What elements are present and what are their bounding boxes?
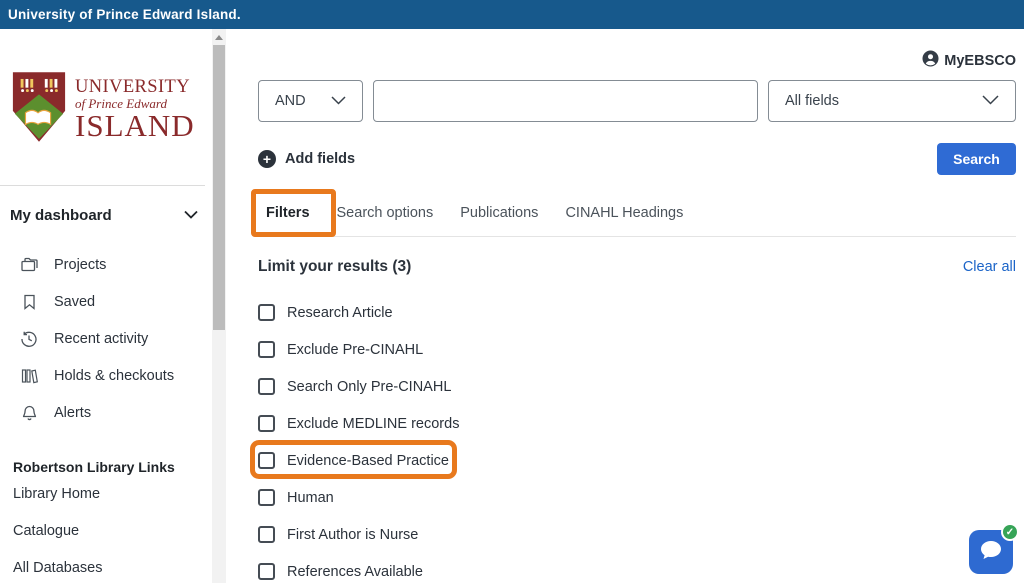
scrollbar-thumb[interactable] bbox=[213, 45, 225, 330]
checkbox-unchecked[interactable] bbox=[258, 526, 275, 543]
chevron-down-icon bbox=[184, 206, 198, 224]
holds-checkouts-books-icon bbox=[20, 367, 38, 385]
checkbox-unchecked[interactable] bbox=[258, 415, 275, 432]
limiters-checkbox-list: Research Article Exclude Pre-CINAHL Sear… bbox=[258, 294, 1016, 583]
tab-search-options[interactable]: Search options bbox=[337, 205, 434, 221]
checkbox-label: Evidence-Based Practice bbox=[287, 453, 449, 469]
tab-cinahl-headings[interactable]: CINAHL Headings bbox=[565, 205, 683, 221]
clear-all-link[interactable]: Clear all bbox=[963, 259, 1016, 275]
result-tools-tabs: Filters Search options Publications CINA… bbox=[258, 190, 1016, 237]
sidebar-item-label: Holds & checkouts bbox=[54, 368, 174, 384]
sidebar-item-label: Recent activity bbox=[54, 331, 148, 347]
myebsco-account-button[interactable]: MyEBSCO bbox=[258, 52, 1016, 69]
limiter-human[interactable]: Human bbox=[258, 479, 1016, 516]
logo-line-island: ISLAND bbox=[75, 111, 195, 141]
limiter-references-available[interactable]: References Available bbox=[258, 553, 1016, 583]
sidebar-scrollbar[interactable] bbox=[212, 29, 226, 583]
alerts-bell-icon bbox=[20, 404, 38, 422]
limiter-exclude-pre-cinahl[interactable]: Exclude Pre-CINAHL bbox=[258, 331, 1016, 368]
sidebar-link-all-databases[interactable]: All Databases bbox=[13, 549, 212, 583]
limit-results-heading: Limit your results (3) bbox=[258, 258, 411, 276]
sidebar-divider bbox=[0, 185, 205, 186]
chat-bubble-icon bbox=[979, 539, 1003, 566]
tab-publications[interactable]: Publications bbox=[460, 205, 538, 221]
dashboard-menu: Projects Saved Recent activity Holds & c… bbox=[0, 246, 212, 431]
limiter-exclude-medline-records[interactable]: Exclude MEDLINE records bbox=[258, 405, 1016, 442]
checkbox-unchecked[interactable] bbox=[258, 452, 275, 469]
limiter-search-only-pre-cinahl[interactable]: Search Only Pre-CINAHL bbox=[258, 368, 1016, 405]
recent-activity-history-icon bbox=[20, 330, 38, 348]
checkbox-unchecked[interactable] bbox=[258, 341, 275, 358]
sidebar: UNIVERSITY of Prince Edward ISLAND My da… bbox=[0, 29, 212, 583]
boolean-operator-select[interactable]: AND bbox=[258, 80, 363, 122]
my-dashboard-label: My dashboard bbox=[10, 207, 112, 224]
scrollbar-up-arrow[interactable] bbox=[212, 31, 226, 43]
my-dashboard-toggle[interactable]: My dashboard bbox=[0, 206, 212, 224]
sidebar-item-projects[interactable]: Projects bbox=[0, 246, 212, 283]
limit-results-header-row: Limit your results (3) Clear all bbox=[258, 257, 1016, 277]
projects-folder-icon bbox=[20, 256, 38, 274]
search-actions-row: + Add fields Search bbox=[258, 143, 1016, 175]
sidebar-item-label: Saved bbox=[54, 294, 95, 310]
search-button[interactable]: Search bbox=[937, 143, 1016, 175]
library-links-header: Robertson Library Links bbox=[13, 459, 212, 475]
sidebar-link-library-home[interactable]: Library Home bbox=[13, 475, 212, 512]
checkbox-label: References Available bbox=[287, 564, 423, 580]
check-badge-icon: ✓ bbox=[1001, 523, 1019, 541]
checkbox-label: Search Only Pre-CINAHL bbox=[287, 379, 451, 395]
ebsco-search-page: University of Prince Edward Island. UNIV… bbox=[0, 0, 1024, 583]
tab-filters[interactable]: Filters bbox=[266, 205, 310, 221]
sidebar-item-saved[interactable]: Saved bbox=[0, 283, 212, 320]
plus-circle-icon: + bbox=[258, 150, 276, 168]
checkbox-unchecked[interactable] bbox=[258, 304, 275, 321]
sidebar-link-catalogue[interactable]: Catalogue bbox=[13, 512, 212, 549]
main-content: MyEBSCO AND All fields + Add fields bbox=[226, 29, 1024, 583]
search-builder-row: AND All fields bbox=[258, 80, 1016, 122]
field-scope-select[interactable]: All fields bbox=[768, 80, 1016, 122]
saved-bookmark-icon bbox=[20, 293, 38, 311]
chat-widget-button[interactable]: ✓ bbox=[969, 530, 1013, 574]
add-fields-label: Add fields bbox=[285, 151, 355, 167]
institution-banner: University of Prince Edward Island. bbox=[0, 0, 1024, 29]
upei-logo-wordmark: UNIVERSITY of Prince Edward ISLAND bbox=[75, 78, 195, 141]
search-term-input[interactable] bbox=[373, 80, 758, 122]
add-fields-button[interactable]: + Add fields bbox=[258, 150, 355, 168]
sidebar-item-label: Alerts bbox=[54, 405, 91, 421]
limiter-evidence-based-practice[interactable]: Evidence-Based Practice bbox=[258, 442, 1016, 479]
field-scope-value: All fields bbox=[785, 93, 839, 109]
checkbox-unchecked[interactable] bbox=[258, 489, 275, 506]
limiter-research-article[interactable]: Research Article bbox=[258, 294, 1016, 331]
person-icon bbox=[922, 50, 939, 72]
boolean-operator-value: AND bbox=[275, 93, 306, 109]
sidebar-item-recent-activity[interactable]: Recent activity bbox=[0, 320, 212, 357]
checkbox-label: Research Article bbox=[287, 305, 393, 321]
checkbox-unchecked[interactable] bbox=[258, 563, 275, 580]
limiter-first-author-is-nurse[interactable]: First Author is Nurse bbox=[258, 516, 1016, 553]
checkbox-label: Human bbox=[287, 490, 334, 506]
myebsco-label: MyEBSCO bbox=[944, 53, 1016, 69]
checkbox-label: Exclude Pre-CINAHL bbox=[287, 342, 423, 358]
sidebar-item-alerts[interactable]: Alerts bbox=[0, 394, 212, 431]
chevron-down-icon bbox=[331, 92, 346, 110]
checkbox-label: Exclude MEDLINE records bbox=[287, 416, 459, 432]
institution-name: University of Prince Edward Island. bbox=[8, 7, 241, 22]
sidebar-item-label: Projects bbox=[54, 257, 106, 273]
upei-shield-logo bbox=[10, 70, 68, 149]
logo-line-university: UNIVERSITY bbox=[75, 78, 195, 97]
upei-logo[interactable]: UNIVERSITY of Prince Edward ISLAND bbox=[10, 70, 212, 149]
checkbox-label: First Author is Nurse bbox=[287, 527, 418, 543]
chevron-down-icon bbox=[982, 92, 999, 110]
sidebar-item-holds-checkouts[interactable]: Holds & checkouts bbox=[0, 357, 212, 394]
checkbox-unchecked[interactable] bbox=[258, 378, 275, 395]
